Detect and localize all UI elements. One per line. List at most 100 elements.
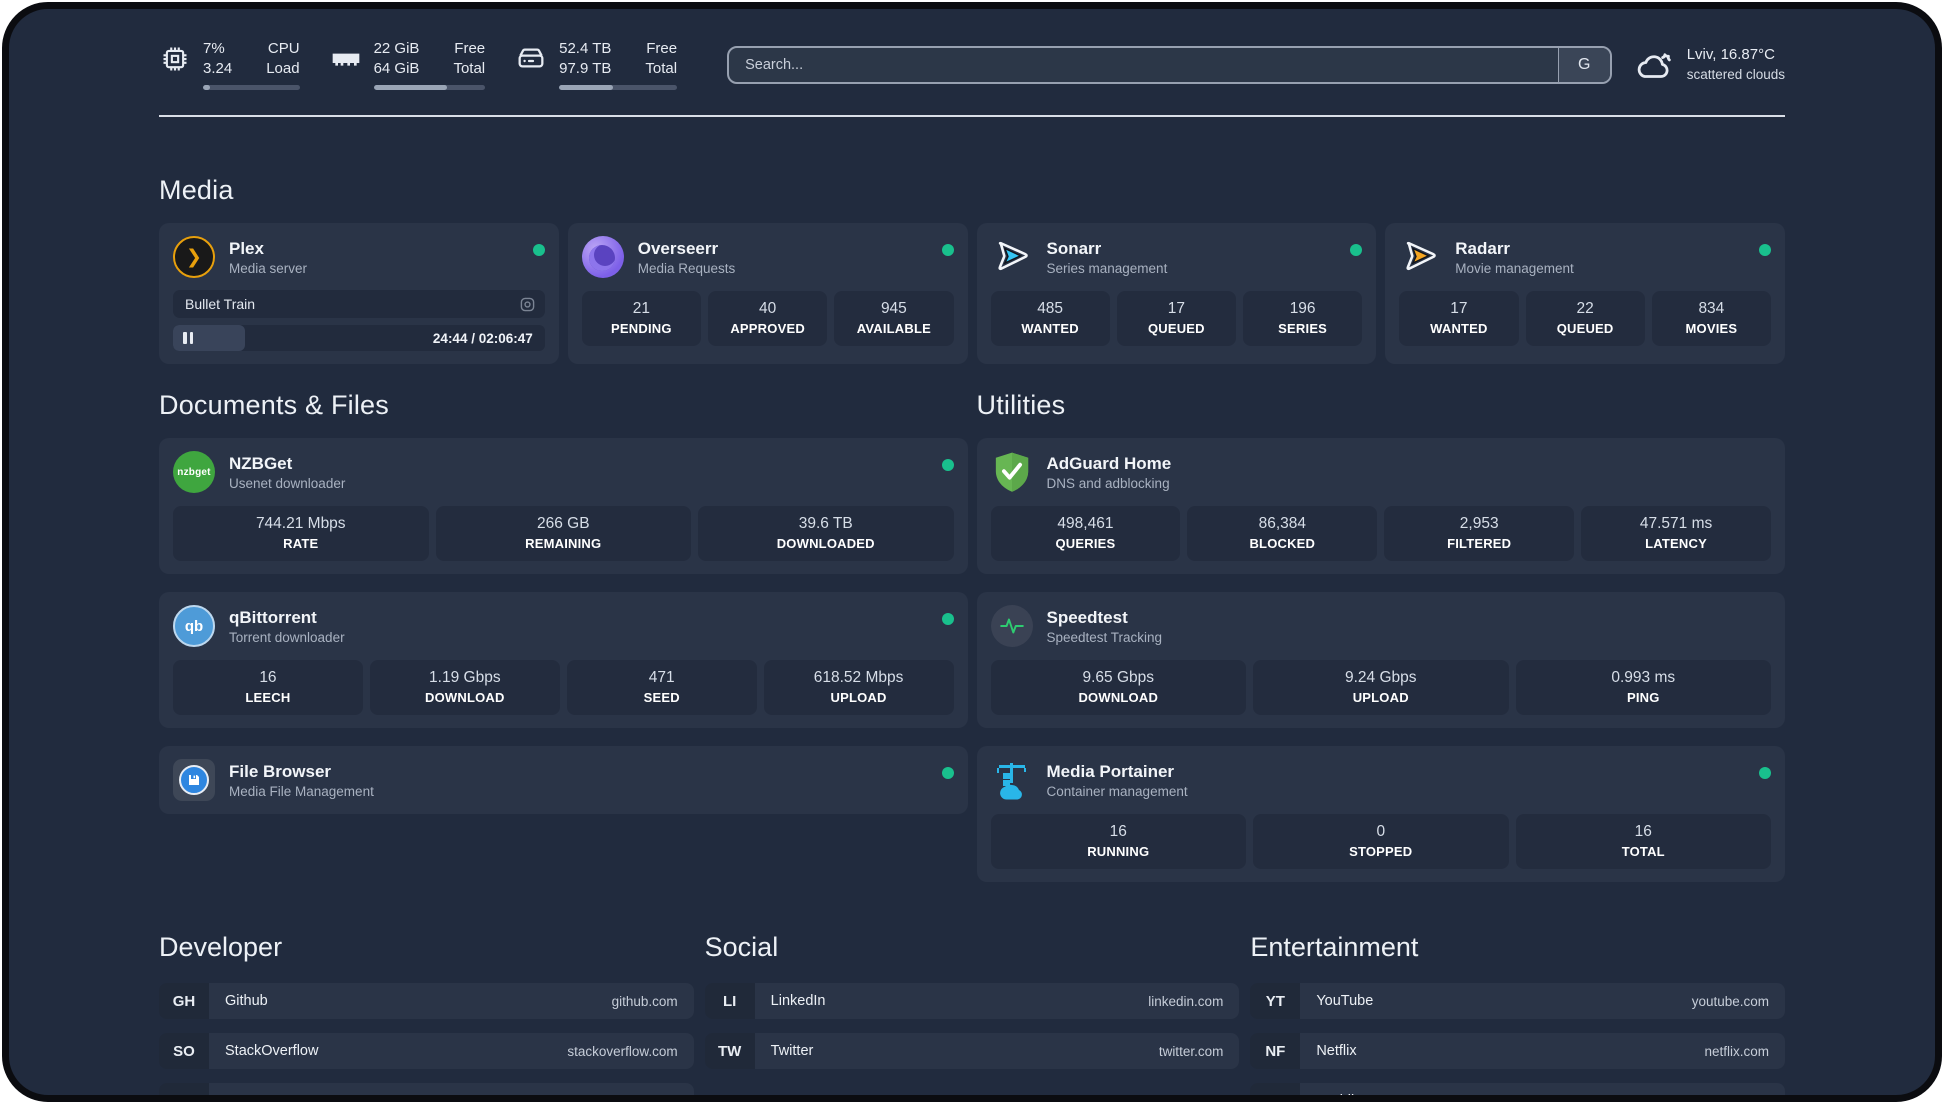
bookmark-netflix[interactable]: NF Netflix netflix.com [1250,1033,1785,1069]
bookmark-url: twitter.com [1158,1043,1224,1059]
stat-tile: 618.52 Mbps UPLOAD [763,660,954,715]
bookmark-abbr: DT [159,1083,209,1095]
app-card-qbittorrent[interactable]: qb qBittorrent Torrent downloader 16 LEEC… [159,592,968,728]
bookmark-dev[interactable]: DT DEV dev.to [159,1083,694,1102]
section-title-developer: Developer [159,932,283,962]
section-title-entertainment: Entertainment [1250,932,1419,962]
bookmark-name: Twitter [770,1043,814,1059]
app-subtitle: Speedtest Tracking [1046,629,1163,645]
status-dot [1759,244,1771,256]
status-dot [941,459,954,471]
bookmark-stackoverflow[interactable]: SO StackOverflow stackoverflow.com [159,1033,694,1069]
search-engine-glyph: G [1577,55,1591,73]
status-dot [941,767,954,779]
header-divider [159,115,1785,117]
sonarr-icon [991,236,1033,278]
stat-tile: 945 AVAILABLE [834,291,954,346]
disk-stat: 52.4 TB 97.9 TB Free Total [515,39,678,90]
bookmark-github[interactable]: GH Github github.com [159,983,694,1019]
stat-tile: 9.24 Gbps UPLOAD [1253,660,1509,715]
media-grid: ❯ Plex Media server Bullet Train 24:44 /… [159,223,1785,364]
app-title: Speedtest [1046,607,1128,627]
app-subtitle: Torrent downloader [229,629,345,645]
cloud-icon [1634,48,1674,82]
stat-tile: 16 RUNNING [990,814,1246,869]
disk-drive-icon [515,43,547,75]
app-card-plex[interactable]: ❯ Plex Media server Bullet Train 24:44 /… [159,223,559,364]
pause-icon[interactable] [183,332,193,344]
search-input[interactable] [729,47,1558,82]
bookmark-url: stackoverflow.com [567,1043,678,1059]
stat-tile: 485 WANTED [990,291,1110,346]
memory-progress-bar [373,85,486,90]
cpu-labels: CPU Load [266,40,300,77]
qbittorrent-icon: qb [173,605,215,647]
stat-tile: 498,461 QUERIES [990,506,1181,561]
app-title: qBittorrent [229,607,317,627]
stat-tile: 196 SERIES [1243,291,1363,346]
stat-tile: 744.21 Mbps RATE [173,506,429,561]
bookmark-abbr: YT [1250,983,1301,1019]
stat-tile: 2,953 FILTERED [1384,506,1575,561]
app-card-portainer[interactable]: Media Portainer Container management 16 R… [976,746,1785,882]
bookmark-name: Reddit [1316,1093,1359,1102]
section-title-documents: Documents & Files [159,390,389,420]
bookmark-linkedin[interactable]: LI LinkedIn linkedin.com [704,983,1240,1019]
portainer-crane-icon [991,759,1033,801]
bookmark-abbr: SO [159,1033,209,1069]
app-subtitle: Media Requests [637,260,736,276]
now-playing-row: Bullet Train [173,290,545,318]
app-subtitle: Usenet downloader [229,475,346,491]
search-box: G [727,45,1612,84]
stat-tile: 22 QUEUED [1525,291,1645,346]
bookmark-reddit[interactable]: RE Reddit reddit.com [1250,1083,1785,1102]
status-dot [1350,244,1363,256]
stat-tile: 16 TOTAL [1515,814,1771,869]
bookmark-youtube[interactable]: YT YouTube youtube.com [1250,983,1785,1019]
bookmark-twitter[interactable]: TW Twitter twitter.com [704,1033,1240,1069]
status-dot [532,244,545,256]
cpu-chip-icon [159,43,191,75]
bookmark-name: Netflix [1316,1043,1357,1059]
status-dot [941,244,954,256]
bookmark-url: youtube.com [1691,993,1769,1009]
adguard-shield-icon [991,451,1033,493]
session-target-icon[interactable] [520,297,535,312]
bookmark-url: dev.to [641,1093,678,1102]
bookmark-url: linkedin.com [1148,993,1224,1009]
section-title-utilities: Utilities [976,390,1066,420]
playback-progress-track[interactable]: 24:44 / 02:06:47 [173,325,545,351]
stat-tile: 471 SEED [566,660,757,715]
app-card-adguard[interactable]: AdGuard Home DNS and adblocking 498,461 Q… [976,438,1785,574]
app-card-sonarr[interactable]: Sonarr Series management 485 WANTED 17 QUE… [976,223,1377,364]
stat-tile: 0.993 ms PING [1515,660,1771,715]
memory-ram-icon [330,43,362,75]
memory-labels: Free Total [453,40,486,77]
bookmark-abbr: GH [159,983,209,1019]
app-subtitle: DNS and adblocking [1046,475,1170,491]
app-card-speedtest[interactable]: Speedtest Speedtest Tracking 9.65 Gbps DO… [976,592,1785,728]
cpu-stat: 7% 3.24 CPU Load [159,39,300,90]
status-dot [1759,767,1771,779]
app-title: Sonarr [1046,238,1102,258]
app-card-filebrowser[interactable]: File Browser Media File Management [159,746,968,814]
app-card-overseerr[interactable]: Overseerr Media Requests 21 PENDING 40 APP… [567,223,968,364]
playback-time: 24:44 / 02:06:47 [432,330,533,346]
overseerr-icon [581,236,624,278]
disk-labels: Free Total [645,40,678,77]
app-title: Radarr [1455,238,1511,258]
stat-tile: 86,384 BLOCKED [1187,506,1378,561]
stat-tile: 0 STOPPED [1253,814,1509,869]
status-dot [941,613,954,625]
app-title: Overseerr [637,238,719,258]
app-card-nzbget[interactable]: nzbget NZBGet Usenet downloader 744.21 M… [159,438,968,574]
weather-condition: scattered clouds [1686,66,1785,82]
disk-values: 52.4 TB 97.9 TB [559,40,612,77]
app-card-radarr[interactable]: Radarr Movie management 17 WANTED 22 QUEUE… [1385,223,1785,364]
search-engine-button[interactable]: G [1557,47,1610,82]
stat-tile: 39.6 TB DOWNLOADED [698,506,954,561]
nzbget-icon: nzbget [173,451,215,493]
bookmark-group-developer: Developer GH Github github.com SO StackO… [159,932,694,1102]
section-title-social: Social [704,932,779,962]
app-subtitle: Series management [1046,260,1168,276]
